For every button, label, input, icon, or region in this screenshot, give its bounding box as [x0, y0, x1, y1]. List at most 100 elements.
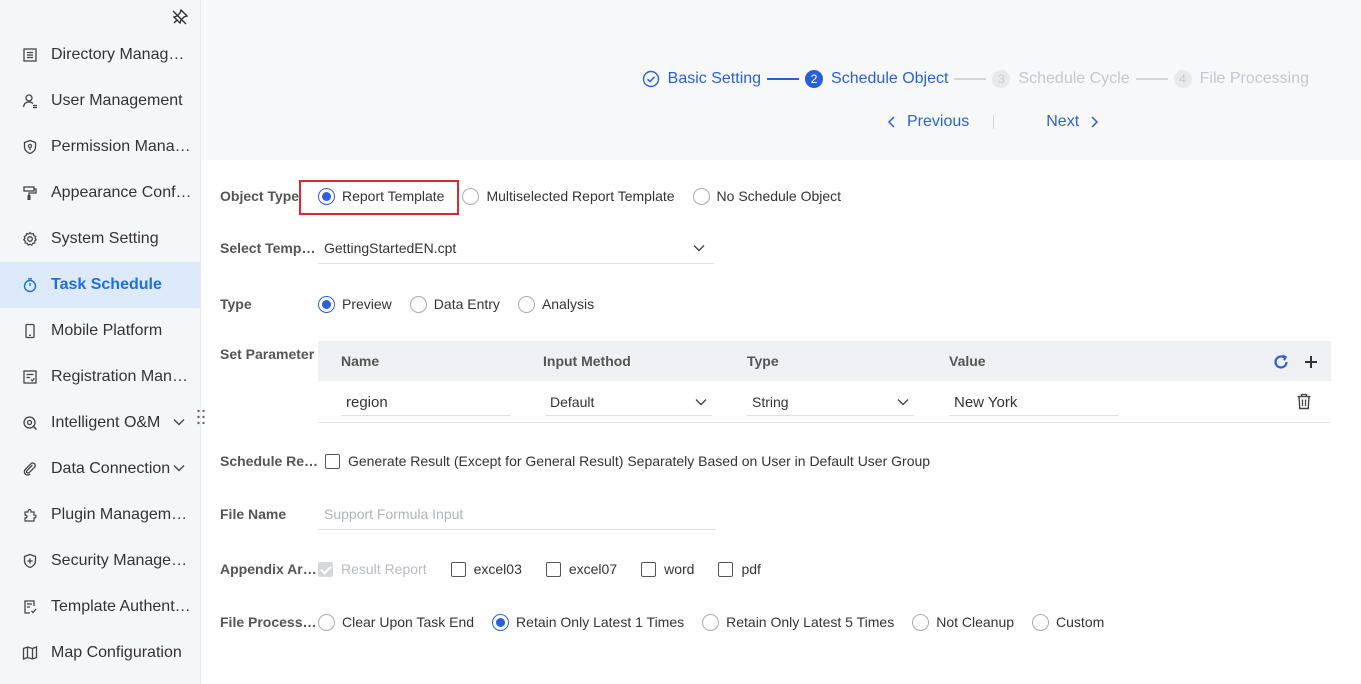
radio-label: Preview — [342, 296, 392, 312]
step-basic-setting[interactable]: Basic Setting — [642, 70, 761, 88]
step-connector — [954, 78, 987, 80]
sidebar-item-task-schedule[interactable]: Task Schedule — [0, 262, 200, 308]
mobile-icon — [20, 321, 40, 341]
sidebar-item-directory-management[interactable]: Directory Management — [0, 32, 200, 78]
pdf-checkbox[interactable]: pdf — [718, 561, 761, 577]
chevron-down-icon[interactable] — [172, 415, 186, 429]
radio-dot — [318, 613, 335, 631]
sidebar-item-label: User Management — [51, 92, 183, 109]
radio-dot — [1032, 613, 1050, 631]
checkbox-box — [318, 561, 333, 577]
sidebar-item-label: Appearance Configuration — [51, 184, 193, 201]
radio-label: Data Entry — [433, 296, 500, 312]
radio-retain-latest-1[interactable]: Retain Only Latest 1 Times — [492, 613, 684, 631]
sidebar-item-label: Permission Management — [51, 138, 193, 155]
sidebar-item-data-connection[interactable]: Data Connection — [0, 446, 200, 492]
file-name-placeholder: Support Formula Input — [324, 505, 464, 522]
checkbox-label: excel07 — [568, 561, 618, 577]
step-schedule-cycle[interactable]: 3 Schedule Cycle — [992, 70, 1130, 88]
sidebar-item-label: Security Management — [51, 552, 193, 569]
radio-dot — [517, 295, 535, 313]
param-type-select[interactable]: String — [747, 389, 914, 416]
next-button[interactable]: Next — [1046, 113, 1101, 131]
radio-not-cleanup[interactable]: Not Cleanup — [912, 613, 1014, 631]
radio-preview[interactable]: Preview — [318, 295, 392, 313]
add-icon[interactable] — [1303, 354, 1319, 370]
checkbox-label: word — [664, 561, 695, 577]
radio-label: No Schedule Object — [716, 188, 842, 204]
wizard-steps: Basic Setting 2 Schedule Object 3 Schedu… — [642, 70, 1309, 88]
unpin-icon[interactable] — [170, 7, 190, 27]
file-name-input[interactable]: Support Formula Input — [318, 498, 716, 530]
col-value: Value — [949, 353, 986, 369]
sidebar-item-user-management[interactable]: User Management — [0, 78, 200, 124]
radio-data-entry[interactable]: Data Entry — [409, 295, 500, 313]
schedule-result-label: Schedule Result — [220, 453, 325, 469]
appendix-row: Appendix Area Result Report excel03 exce… — [220, 560, 785, 578]
step-schedule-object[interactable]: 2 Schedule Object — [805, 70, 948, 88]
param-value-input[interactable]: New York — [949, 389, 1119, 416]
type-label: Type — [220, 296, 252, 312]
sidebar-item-intelligent-om[interactable]: Intelligent O&M — [0, 400, 200, 446]
highlight-box — [299, 180, 459, 215]
file-processing-label: File Processing — [220, 614, 318, 630]
appendix-label: Appendix Area — [220, 561, 318, 577]
sidebar-item-system-setting[interactable]: System Setting — [0, 216, 200, 262]
result-report-checkbox: Result Report — [318, 561, 427, 577]
sidebar-item-label: Data Connection — [51, 460, 171, 477]
sidebar: Directory Management User Management Per… — [0, 0, 201, 684]
shield-icon — [20, 137, 40, 157]
sidebar-item-label: Directory Management — [51, 46, 193, 63]
word-checkbox[interactable]: word — [641, 561, 694, 577]
checkbox-label: Generate Result (Except for General Resu… — [348, 453, 931, 469]
step-label: Basic Setting — [667, 70, 762, 87]
file-name-row: File Name Support Formula Input — [220, 498, 716, 530]
radio-dot — [692, 187, 710, 205]
sidebar-item-mobile-platform[interactable]: Mobile Platform — [0, 308, 200, 354]
step-file-processing[interactable]: 4 File Processing — [1173, 70, 1309, 88]
chevron-down-icon[interactable] — [172, 461, 186, 475]
previous-button[interactable]: Previous — [885, 113, 969, 131]
radio-label: Retain Only Latest 5 Times — [726, 614, 895, 630]
sidebar-item-security-management[interactable]: Security Management — [0, 538, 200, 584]
refresh-icon[interactable] — [1272, 353, 1290, 371]
template-select[interactable]: GettingStartedEN.cpt — [318, 232, 714, 264]
template-auth-icon — [20, 597, 40, 617]
select-template-label: Select Template — [220, 240, 318, 256]
sidebar-item-label: Task Schedule — [51, 276, 162, 293]
trash-icon[interactable] — [1296, 393, 1312, 410]
chevron-right-icon — [1091, 116, 1099, 128]
wizard-header: Basic Setting 2 Schedule Object 3 Schedu… — [201, 0, 1361, 160]
radio-retain-latest-5[interactable]: Retain Only Latest 5 Times — [702, 613, 895, 631]
sidebar-item-map-configuration[interactable]: Map Configuration — [0, 630, 200, 676]
radio-analysis[interactable]: Analysis — [517, 295, 594, 313]
checkbox-box — [641, 561, 657, 577]
step-label: File Processing — [1199, 70, 1309, 87]
radio-multiselected-report-template[interactable]: Multiselected Report Template — [462, 187, 675, 205]
param-name-input[interactable]: region — [341, 389, 511, 416]
param-input-method-select[interactable]: Default — [545, 389, 712, 416]
sidebar-item-template-authentication[interactable]: Template Authentication — [0, 584, 200, 630]
sidebar-item-plugin-management[interactable]: Plugin Management — [0, 492, 200, 538]
sidebar-item-registration-management[interactable]: Registration Management — [0, 354, 200, 400]
step-label: Schedule Object — [831, 70, 949, 87]
radio-custom[interactable]: Custom — [1032, 613, 1104, 631]
excel03-checkbox[interactable]: excel03 — [450, 561, 522, 577]
parameter-table-header: Name Input Method Type Value — [318, 341, 1331, 381]
sidebar-item-label: Plugin Management — [51, 506, 193, 523]
sidebar-item-appearance-configuration[interactable]: Appearance Configuration — [0, 170, 200, 216]
nav-divider — [993, 115, 995, 129]
parameter-table: Name Input Method Type Value region Defa… — [318, 341, 1331, 423]
template-select-value: GettingStartedEN.cpt — [324, 239, 457, 256]
col-name: Name — [341, 353, 380, 369]
sidebar-item-label: Template Authentication — [51, 598, 193, 615]
excel07-checkbox[interactable]: excel07 — [545, 561, 618, 577]
sidebar-item-permission-management[interactable]: Permission Management — [0, 124, 200, 170]
radio-no-schedule-object[interactable]: No Schedule Object — [692, 187, 842, 205]
radio-dot — [409, 295, 427, 313]
select-template-row: Select Template GettingStartedEN.cpt — [220, 232, 714, 264]
radio-clear-upon-task-end[interactable]: Clear Upon Task End — [318, 613, 474, 631]
sidebar-item-label: Intelligent O&M — [51, 414, 161, 431]
file-name-label: File Name — [220, 506, 287, 522]
generate-result-checkbox[interactable]: Generate Result (Except for General Resu… — [325, 453, 930, 469]
